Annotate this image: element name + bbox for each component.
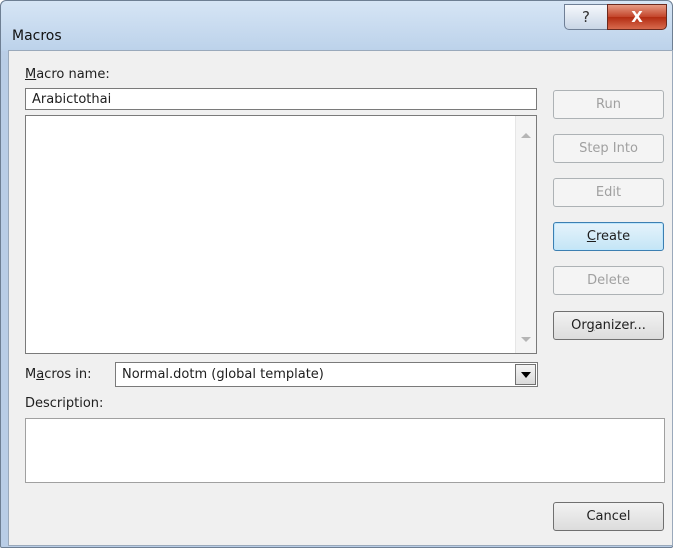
run-button[interactable]: Run bbox=[553, 90, 664, 119]
description-label: Description: bbox=[25, 396, 104, 411]
dropdown-arrow-button[interactable] bbox=[515, 364, 536, 385]
cancel-button[interactable]: Cancel bbox=[553, 502, 664, 531]
close-button[interactable]: X bbox=[607, 4, 667, 30]
macros-in-label: Macros in: bbox=[25, 367, 92, 382]
description-field[interactable] bbox=[25, 418, 665, 483]
macro-name-input[interactable] bbox=[25, 88, 537, 110]
macro-name-label: Macro name: bbox=[25, 67, 110, 82]
macro-list[interactable] bbox=[25, 115, 537, 354]
scroll-down-arrow-icon[interactable] bbox=[521, 337, 531, 342]
create-rest: reate bbox=[595, 229, 631, 244]
organizer-button[interactable]: Organizer... bbox=[553, 311, 664, 340]
help-button[interactable]: ? bbox=[564, 4, 608, 30]
title-bar[interactable]: Macros ? X bbox=[1, 1, 672, 51]
step-into-button[interactable]: Step Into bbox=[553, 134, 664, 163]
macros-in-dropdown[interactable]: Normal.dotm (global template) bbox=[115, 362, 538, 387]
scroll-up-arrow-icon[interactable] bbox=[521, 133, 531, 138]
create-accel: C bbox=[586, 229, 596, 244]
chevron-down-icon bbox=[521, 372, 531, 378]
create-button[interactable]: Create bbox=[553, 222, 664, 251]
macros-in-selected: Normal.dotm (global template) bbox=[122, 367, 324, 382]
edit-button[interactable]: Edit bbox=[553, 178, 664, 207]
macro-list-scrollbar[interactable] bbox=[515, 116, 536, 353]
delete-button[interactable]: Delete bbox=[553, 266, 664, 295]
window-title: Macros bbox=[12, 28, 62, 44]
